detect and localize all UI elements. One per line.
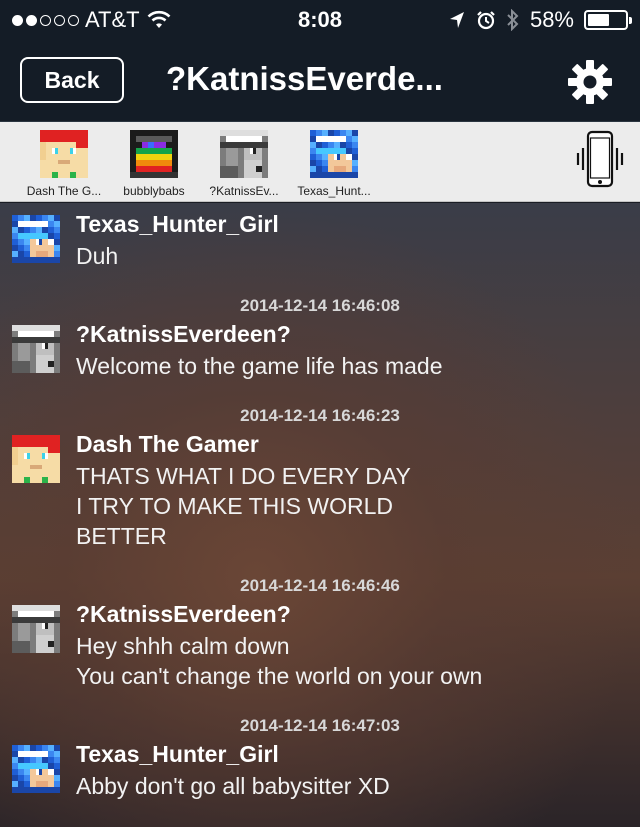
sender-name: ?KatnissEverdeen? — [76, 321, 291, 347]
navigation-bar: Back ?KatnissEverde... — [0, 40, 640, 122]
member-avatar — [40, 130, 88, 178]
vibrate-phone-icon[interactable] — [574, 130, 626, 190]
member-item[interactable]: Dash The G... — [19, 130, 109, 198]
message-timestamp: 2014-12-14 16:46:08 — [240, 296, 400, 315]
member-name: ?KatnissEv... — [209, 184, 279, 198]
sender-name: Dash The Gamer — [76, 431, 259, 457]
member-name: bubblybabs — [123, 184, 185, 198]
back-button[interactable]: Back — [20, 57, 124, 103]
sender-avatar[interactable] — [12, 215, 60, 263]
members-bar: Dash The G... bubblybabs ?KatnissEv... T… — [0, 122, 640, 202]
member-item[interactable]: Texas_Hunt... — [289, 130, 379, 198]
chat-messages[interactable]: Texas_Hunter_Girl Duh 2014-12-14 16:46:0… — [0, 203, 640, 827]
bluetooth-icon — [507, 9, 519, 31]
status-right: 58% — [448, 7, 632, 33]
message-text: Duh — [76, 243, 119, 269]
sender-name: Texas_Hunter_Girl — [76, 211, 279, 237]
sender-name: ?KatnissEverdeen? — [76, 601, 291, 627]
message-text: THATS WHAT I DO EVERY DAY I TRY TO MAKE … — [76, 463, 411, 549]
wifi-icon — [147, 10, 171, 28]
gear-icon[interactable] — [566, 58, 614, 106]
battery-percent: 58% — [529, 7, 574, 32]
member-item[interactable]: ?KatnissEv... — [199, 130, 289, 198]
member-avatar — [220, 130, 268, 178]
message-timestamp: 2014-12-14 16:46:23 — [240, 406, 400, 425]
sender-avatar[interactable] — [12, 605, 60, 653]
sender-avatar[interactable] — [12, 745, 60, 793]
message-text: Hey shhh calm down You can't change the … — [76, 633, 483, 689]
member-item[interactable]: bubblybabs — [109, 130, 199, 198]
signal-strength-icon — [12, 14, 79, 26]
sender-name: Texas_Hunter_Girl — [76, 741, 279, 767]
battery-icon — [584, 10, 632, 30]
alarm-icon — [477, 11, 495, 30]
sender-avatar[interactable] — [12, 435, 60, 483]
status-bar: AT&T 8:08 58% — [0, 0, 640, 40]
carrier-label: AT&T — [85, 7, 140, 32]
message-text: Welcome to the game life has made — [76, 353, 443, 379]
page-title: ?KatnissEverde... — [166, 60, 443, 97]
sender-avatar[interactable] — [12, 325, 60, 373]
message-text: Abby don't go all babysitter XD — [76, 773, 390, 799]
member-name: Texas_Hunt... — [297, 184, 371, 198]
status-left: AT&T — [12, 7, 172, 33]
location-arrow-icon — [449, 12, 464, 28]
message-timestamp: 2014-12-14 16:46:46 — [240, 576, 400, 595]
member-avatar — [130, 130, 178, 178]
member-avatar — [310, 130, 358, 178]
message-timestamp: 2014-12-14 16:47:03 — [240, 716, 400, 735]
member-name: Dash The G... — [26, 184, 102, 198]
battery-level — [588, 14, 609, 26]
